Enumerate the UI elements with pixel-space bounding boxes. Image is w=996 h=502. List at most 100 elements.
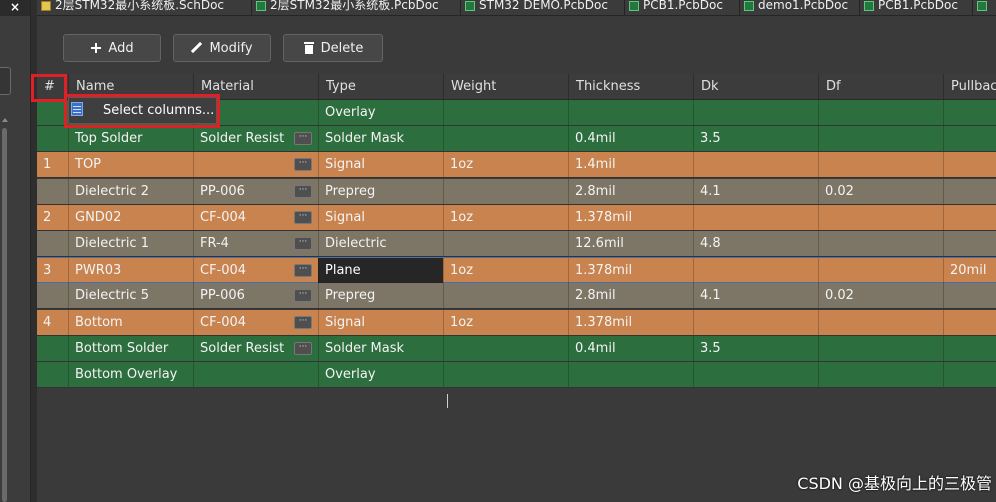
cell-df[interactable]	[818, 205, 943, 230]
material-browse-button[interactable]: ···	[294, 185, 312, 198]
cell-weight[interactable]: 1oz	[443, 152, 568, 177]
cell-type[interactable]: Signal	[318, 310, 443, 335]
cell-thickness[interactable]: 0.4mil	[568, 126, 693, 151]
tab-pcb1-second[interactable]: PCB1.PcbDoc	[860, 0, 973, 15]
cell-thickness[interactable]: 12.6mil	[568, 231, 693, 256]
cell-thickness[interactable]: 1.4mil	[568, 152, 693, 177]
table-row[interactable]: 2 GND02 CF-004 ··· Signal 1oz 1.378mil	[37, 205, 996, 231]
cell-name[interactable]: TOP	[68, 152, 193, 177]
cell-material[interactable]: FR-4 ···	[193, 231, 318, 256]
cell-material[interactable]: Solder Resist ···	[193, 336, 318, 361]
cell-num[interactable]	[37, 283, 68, 308]
cell-type[interactable]: Solder Mask	[318, 126, 443, 151]
type-dropdown[interactable]: Plane	[318, 258, 443, 283]
cell-material[interactable]: Solder Resist ···	[193, 126, 318, 151]
cell-dk[interactable]	[693, 152, 818, 177]
tab-demo1[interactable]: demo1.PcbDoc	[740, 0, 860, 15]
table-row[interactable]: Top Solder Solder Resist ··· Solder Mask 0.4…	[37, 126, 996, 152]
cell-name[interactable]: PWR03	[68, 258, 193, 283]
material-browse-button[interactable]: ···	[294, 264, 312, 277]
cell-name[interactable]: Dielectric 2	[68, 179, 193, 204]
column-header-type[interactable]: Type	[318, 74, 443, 99]
cell-type[interactable]: Solder Mask	[318, 336, 443, 361]
column-header-dk[interactable]: Dk	[693, 74, 818, 99]
cell-df[interactable]	[818, 310, 943, 335]
cell-pullback[interactable]	[943, 126, 996, 151]
cell-name[interactable]: Bottom Solder	[68, 336, 193, 361]
cell-type[interactable]: Prepreg	[318, 283, 443, 308]
cell-type[interactable]: Signal	[318, 205, 443, 230]
cell-weight[interactable]	[443, 336, 568, 361]
tab-stm32-demo[interactable]: STM32 DEMO.PcbDoc	[461, 0, 625, 15]
cell-df[interactable]	[818, 100, 943, 125]
cell-df[interactable]	[818, 152, 943, 177]
cell-material[interactable]: PP-006 ···	[193, 179, 318, 204]
cell-pullback[interactable]	[943, 205, 996, 230]
cell-dk[interactable]	[693, 258, 818, 283]
cell-name[interactable]: GND02	[68, 205, 193, 230]
cell-pullback[interactable]	[943, 336, 996, 361]
cell-material[interactable]: ···	[193, 152, 318, 177]
cell-pullback[interactable]	[943, 283, 996, 308]
table-row[interactable]: Dielectric 5 PP-006 ··· Prepreg 2.8mil 4.1 0.0…	[37, 283, 996, 309]
table-row[interactable]: Dielectric 1 FR-4 ··· Dielectric 12.6mil 4.8	[37, 231, 996, 257]
material-browse-button[interactable]: ···	[294, 211, 312, 224]
material-browse-button[interactable]: ···	[294, 132, 312, 145]
cell-df[interactable]	[818, 336, 943, 361]
cell-thickness[interactable]: 2.8mil	[568, 179, 693, 204]
cell-pullback[interactable]	[943, 362, 996, 387]
scroll-up-arrow-icon[interactable]	[2, 118, 8, 122]
material-browse-button[interactable]: ···	[294, 237, 312, 250]
material-browse-button[interactable]: ···	[294, 158, 312, 171]
cell-df[interactable]	[818, 231, 943, 256]
cell-num[interactable]: 3	[37, 258, 68, 283]
cell-df[interactable]	[818, 126, 943, 151]
column-header-weight[interactable]: Weight	[443, 74, 568, 99]
cell-df[interactable]	[818, 258, 943, 283]
cell-num[interactable]	[37, 336, 68, 361]
cell-pullback[interactable]	[943, 179, 996, 204]
cell-type[interactable]: Overlay	[318, 362, 443, 387]
column-header-pullback[interactable]: Pullbac	[943, 74, 996, 99]
add-button[interactable]: Add	[63, 34, 161, 62]
cell-type[interactable]: Overlay	[318, 100, 443, 125]
cell-thickness[interactable]: 1.378mil	[568, 310, 693, 335]
cell-dk[interactable]: 3.5	[693, 126, 818, 151]
cell-name[interactable]: Bottom Overlay	[68, 362, 193, 387]
table-row[interactable]: 4 Bottom CF-004 ··· Signal 1oz 1.378mil	[37, 310, 996, 336]
table-row[interactable]: Bottom Solder Solder Resist ··· Solder Mask…	[37, 336, 996, 362]
cell-num[interactable]: 2	[37, 205, 68, 230]
cell-thickness[interactable]: 2.8mil	[568, 283, 693, 308]
cell-df[interactable]: 0.02	[818, 179, 943, 204]
table-row[interactable]: Bottom Overlay Overlay	[37, 362, 996, 388]
panel-collapse-handle[interactable]	[0, 67, 11, 95]
cell-name[interactable]: Bottom	[68, 310, 193, 335]
tab-pcbdoc-main[interactable]: 2层STM32最小系统板.PcbDoc	[252, 0, 461, 15]
modify-button[interactable]: Modify	[173, 34, 271, 62]
cell-pullback[interactable]: 20mil	[943, 258, 996, 283]
cell-thickness[interactable]: 1.378mil	[568, 205, 693, 230]
tab-pcb1[interactable]: PCB1.PcbDoc	[625, 0, 740, 15]
cell-thickness[interactable]: 0.4mil	[568, 336, 693, 361]
cell-material[interactable]: CF-004 ···	[193, 205, 318, 230]
cell-df[interactable]	[818, 362, 943, 387]
cell-name[interactable]: Dielectric 5	[68, 283, 193, 308]
cell-weight[interactable]	[443, 100, 568, 125]
cell-num[interactable]	[37, 231, 68, 256]
cell-dk[interactable]: 4.1	[693, 283, 818, 308]
delete-button[interactable]: Delete	[283, 34, 383, 62]
cell-pullback[interactable]	[943, 231, 996, 256]
cell-weight[interactable]	[443, 231, 568, 256]
cell-pullback[interactable]	[943, 152, 996, 177]
cell-pullback[interactable]	[943, 310, 996, 335]
table-row[interactable]: Dielectric 2 PP-006 ··· Prepreg 2.8mil 4.1 0.0…	[37, 179, 996, 205]
cell-weight[interactable]	[443, 283, 568, 308]
cell-thickness[interactable]: 1.378mil	[568, 258, 693, 283]
cell-material[interactable]	[193, 362, 318, 387]
material-browse-button[interactable]: ···	[294, 289, 312, 302]
cell-weight[interactable]	[443, 179, 568, 204]
scrollbar-thumb[interactable]	[2, 128, 7, 502]
cell-dk[interactable]: 4.8	[693, 231, 818, 256]
cell-thickness[interactable]	[568, 100, 693, 125]
material-browse-button[interactable]: ···	[294, 342, 312, 355]
